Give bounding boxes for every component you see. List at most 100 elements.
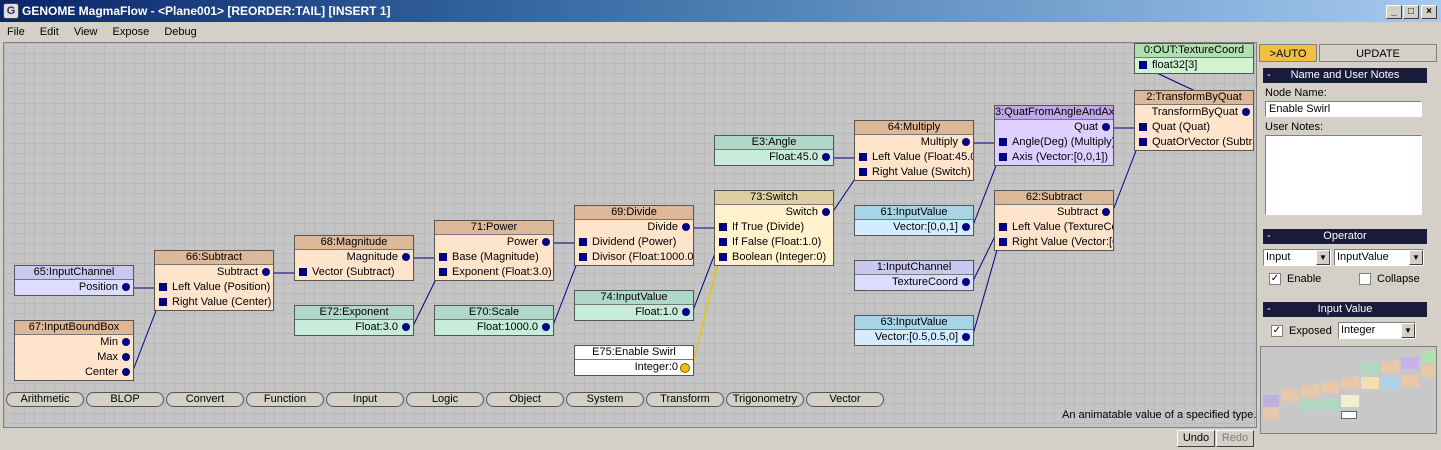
collapse-checkbox[interactable] (1359, 273, 1371, 285)
operator-category-select[interactable]: Input ▼ (1263, 249, 1331, 266)
exposed-checkbox[interactable]: ✓ (1271, 325, 1283, 337)
enable-checkbox[interactable]: ✓ (1269, 273, 1281, 285)
node-3-quat-from-angle-and-axis[interactable]: 3:QuatFromAngleAndAxis Quat Angle(Deg) (… (994, 105, 1114, 166)
output-port[interactable]: Float:1000.0 (435, 320, 553, 335)
tab-auto[interactable]: >AUTO (1259, 44, 1317, 62)
node-69-divide[interactable]: 69:Divide Divide Dividend (Power) Diviso… (574, 205, 694, 266)
node-66-subtract[interactable]: 66:Subtract Subtract Left Value (Positio… (154, 250, 274, 311)
input-port[interactable]: Divisor (Float:1000.0) (575, 250, 693, 265)
user-notes-field[interactable] (1265, 135, 1422, 215)
input-port[interactable]: Right Value (Vector:[0.5,0.5,0]) (995, 235, 1113, 250)
output-port[interactable]: Center (15, 365, 133, 380)
rollout-operator[interactable]: - Operator (1263, 229, 1427, 244)
node-64-multiply[interactable]: 64:Multiply Multiply Left Value (Float:4… (854, 120, 974, 181)
input-port[interactable]: Axis (Vector:[0,0,1]) (995, 150, 1113, 165)
category-convert[interactable]: Convert (166, 392, 244, 407)
node-65-input-channel[interactable]: 65:InputChannel Position (14, 265, 134, 296)
node-0-out-texture-coord[interactable]: 0:OUT:TextureCoord float32[3] (1134, 43, 1254, 74)
input-port[interactable]: Base (Magnitude) (435, 250, 553, 265)
category-logic[interactable]: Logic (406, 392, 484, 407)
category-object[interactable]: Object (486, 392, 564, 407)
output-port[interactable]: Vector:[0.5,0.5,0] (855, 330, 973, 345)
node-e72-exponent[interactable]: E72:Exponent Float:3.0 (294, 305, 414, 336)
menu-edit[interactable]: Edit (35, 22, 64, 42)
redo-button[interactable]: Redo (1216, 430, 1254, 447)
output-port[interactable]: TransformByQuat (1135, 105, 1253, 120)
node-61-input-value[interactable]: 61:InputValue Vector:[0,0,1] (854, 205, 974, 236)
undo-button[interactable]: Undo (1177, 430, 1215, 447)
output-port[interactable]: Float:45.0 (715, 150, 833, 165)
category-input[interactable]: Input (326, 392, 404, 407)
node-62-subtract[interactable]: 62:Subtract Subtract Left Value (Texture… (994, 190, 1114, 251)
output-port[interactable]: Switch (715, 205, 833, 220)
node-63-input-value[interactable]: 63:InputValue Vector:[0.5,0.5,0] (854, 315, 974, 346)
category-system[interactable]: System (566, 392, 644, 407)
output-port[interactable]: Multiply (855, 135, 973, 150)
node-68-magnitude[interactable]: 68:Magnitude Magnitude Vector (Subtract) (294, 235, 414, 281)
output-port[interactable]: Subtract (155, 265, 273, 280)
minimap-node (1421, 351, 1436, 363)
output-port[interactable]: Divide (575, 220, 693, 235)
input-port[interactable]: Dividend (Power) (575, 235, 693, 250)
output-port[interactable]: Vector:[0,0,1] (855, 220, 973, 235)
menu-file[interactable]: File (2, 22, 30, 42)
input-port[interactable]: QuatOrVector (Subtract) (1135, 135, 1253, 150)
input-port[interactable]: Right Value (Center) (155, 295, 273, 310)
output-port[interactable]: Power (435, 235, 553, 250)
exposed-label: Exposed (1289, 325, 1332, 337)
minimize-button[interactable]: _ (1386, 5, 1402, 19)
menu-view[interactable]: View (69, 22, 103, 42)
category-arithmetic[interactable]: Arithmetic (6, 392, 84, 407)
operator-type-select[interactable]: InputValue ▼ (1334, 249, 1424, 266)
input-port[interactable]: Left Value (TextureCoord) (995, 220, 1113, 235)
node-e3-angle[interactable]: E3:Angle Float:45.0 (714, 135, 834, 166)
maximize-button[interactable]: □ (1403, 5, 1419, 19)
output-port[interactable]: Max (15, 350, 133, 365)
node-2-transform-by-quat[interactable]: 2:TransformByQuat TransformByQuat Quat (… (1134, 90, 1254, 151)
node-74-input-value[interactable]: 74:InputValue Float:1.0 (574, 290, 694, 321)
input-port[interactable]: Left Value (Position) (155, 280, 273, 295)
close-button[interactable]: × (1421, 5, 1437, 19)
input-port[interactable]: Boolean (Integer:0) (715, 250, 833, 265)
output-port[interactable]: Integer:0 (575, 360, 693, 375)
value-type-select[interactable]: Integer ▼ (1338, 322, 1416, 339)
output-port[interactable]: Magnitude (295, 250, 413, 265)
node-title: E75:Enable Swirl (575, 346, 693, 360)
input-port[interactable]: float32[3] (1135, 58, 1253, 73)
output-port[interactable]: Float:1.0 (575, 305, 693, 320)
input-port[interactable]: Left Value (Float:45.0) (855, 150, 973, 165)
category-transform[interactable]: Transform (646, 392, 724, 407)
tab-update[interactable]: UPDATE (1319, 44, 1437, 62)
genome-app-icon[interactable]: G (3, 3, 19, 19)
flow-canvas[interactable]: 65:InputChannel Position 67:InputBoundBo… (3, 42, 1257, 428)
output-port[interactable]: Min (15, 335, 133, 350)
node-1-input-channel[interactable]: 1:InputChannel TextureCoord (854, 260, 974, 291)
input-port[interactable]: Vector (Subtract) (295, 265, 413, 280)
node-67-input-bound-box[interactable]: 67:InputBoundBox Min Max Center (14, 320, 134, 381)
input-port[interactable]: If False (Float:1.0) (715, 235, 833, 250)
rollout-name-and-user-notes[interactable]: - Name and User Notes (1263, 68, 1427, 83)
output-port[interactable]: Subtract (995, 205, 1113, 220)
input-port[interactable]: Exponent (Float:3.0) (435, 265, 553, 280)
input-port[interactable]: Angle(Deg) (Multiply) (995, 135, 1113, 150)
node-73-switch[interactable]: 73:Switch Switch If True (Divide) If Fal… (714, 190, 834, 266)
input-port[interactable]: Quat (Quat) (1135, 120, 1253, 135)
category-vector[interactable]: Vector (806, 392, 884, 407)
output-port[interactable]: TextureCoord (855, 275, 973, 290)
node-e75-enable-swirl[interactable]: E75:Enable Swirl Integer:0 (574, 345, 694, 376)
node-71-power[interactable]: 71:Power Power Base (Magnitude) Exponent… (434, 220, 554, 281)
category-blop[interactable]: BLOP (86, 392, 164, 407)
output-port[interactable]: Float:3.0 (295, 320, 413, 335)
output-port[interactable]: Position (15, 280, 133, 295)
menu-expose[interactable]: Expose (108, 22, 155, 42)
node-name-field[interactable]: Enable Swirl (1265, 101, 1422, 117)
minimap[interactable] (1260, 346, 1437, 434)
input-port[interactable]: Right Value (Switch) (855, 165, 973, 180)
rollout-input-value[interactable]: - Input Value (1263, 302, 1427, 317)
input-port[interactable]: If True (Divide) (715, 220, 833, 235)
category-trigonometry[interactable]: Trigonometry (726, 392, 804, 407)
node-e70-scale[interactable]: E70:Scale Float:1000.0 (434, 305, 554, 336)
output-port[interactable]: Quat (995, 120, 1113, 135)
menu-debug[interactable]: Debug (159, 22, 201, 42)
category-function[interactable]: Function (246, 392, 324, 407)
